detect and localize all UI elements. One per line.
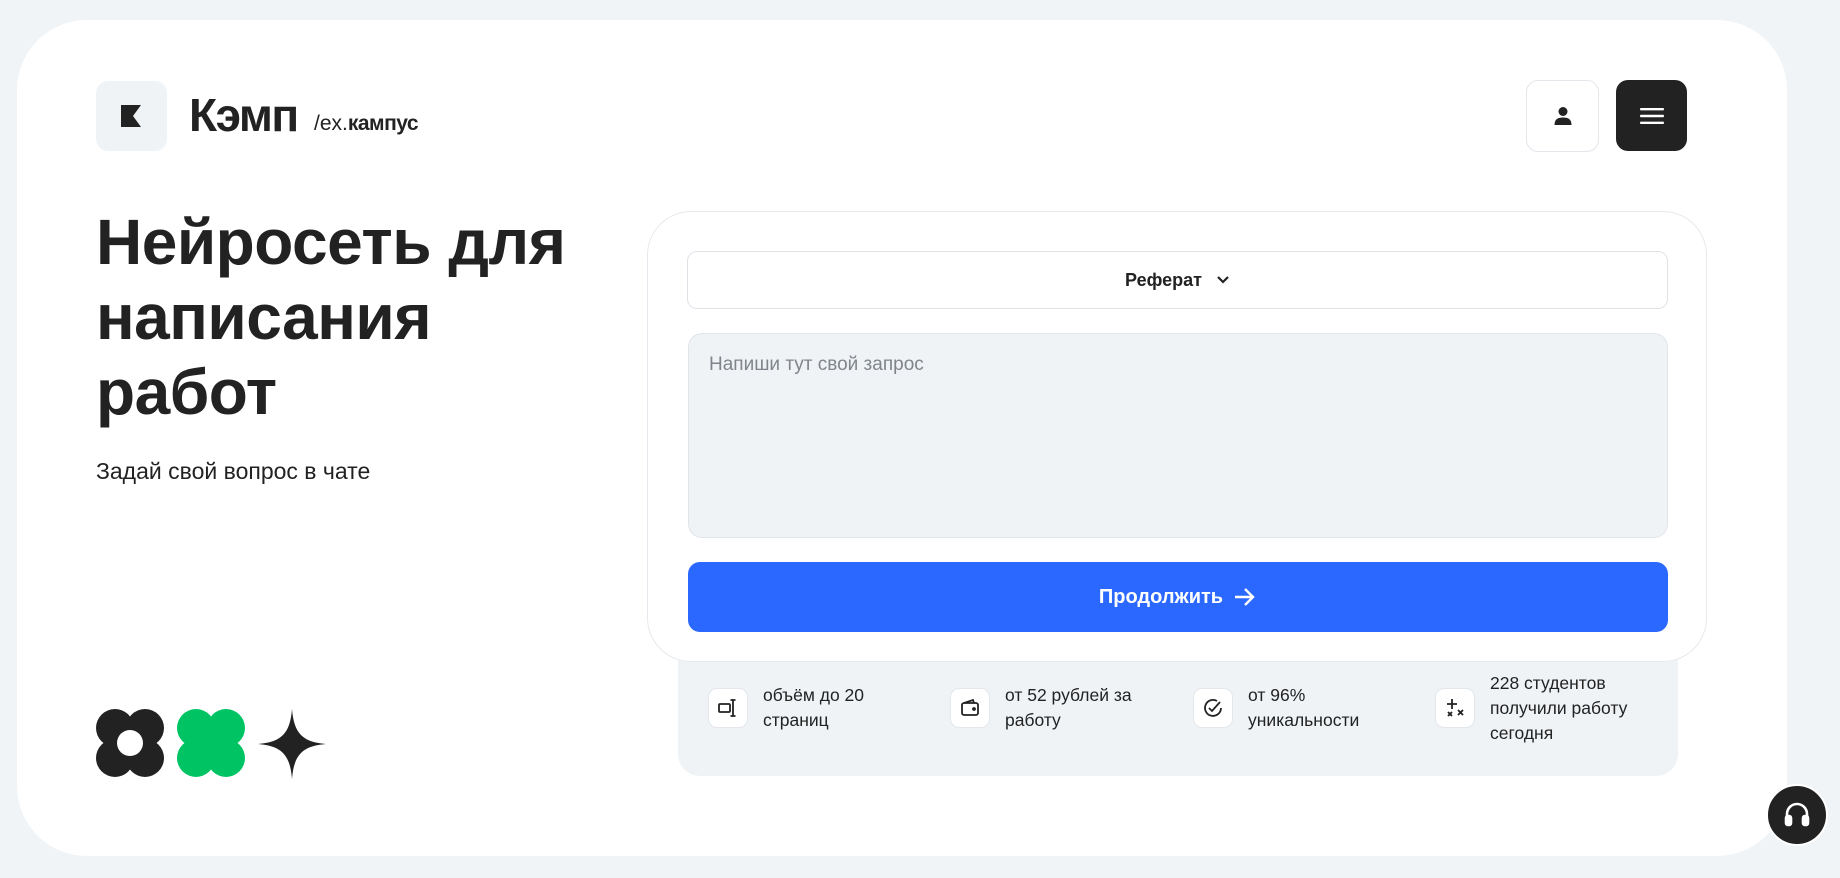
brand-ex-name: /ex.кампус [314,111,419,137]
request-input[interactable] [688,333,1668,538]
arrow-right-icon [1235,588,1255,606]
wallet-icon [950,688,990,728]
brand-ex-prefix: /ex. [314,112,348,135]
text-size-icon [708,688,748,728]
stat-uniqueness-text: от 96% уникальности [1248,685,1360,730]
decorative-shapes [96,709,326,779]
work-type-value: Реферат [1125,269,1202,290]
support-button[interactable] [1766,784,1828,846]
page-title-line-1: Нейросеть для [96,206,566,278]
continue-button-label: Продолжить [1098,585,1224,608]
clover-icon [177,709,245,777]
work-type-select[interactable]: Реферат [687,251,1668,309]
request-form: Реферат Продолжить [647,211,1707,662]
page-title: Нейросеть для написания работ [96,205,616,430]
chevron-down-icon [1217,276,1229,284]
star-icon [258,709,326,779]
logo-icon[interactable] [96,81,167,151]
stat-price-text: от 52 рублей за работу [1005,685,1132,730]
page-subtitle: Задай свой вопрос в чате [96,458,371,484]
check-circle-icon [1193,688,1233,728]
hamburger-menu-icon [1639,107,1664,124]
stat-volume-text: объём до 20 страниц [763,685,865,730]
user-button[interactable] [1526,80,1599,152]
brand-name[interactable]: Кэмп [189,90,299,140]
menu-button[interactable] [1616,80,1687,151]
continue-button[interactable]: Продолжить [688,562,1668,632]
page-title-line-2: написания [96,281,432,353]
flower-icon [96,709,164,777]
page-title-line-3: работ [96,356,277,428]
brand-ex-label: кампус [347,112,419,135]
stat-students-text: 228 студентов получили работу сегодня [1490,672,1628,743]
user-icon [1554,107,1571,125]
headset-icon [1784,802,1810,827]
sparkles-icon [1435,688,1475,728]
